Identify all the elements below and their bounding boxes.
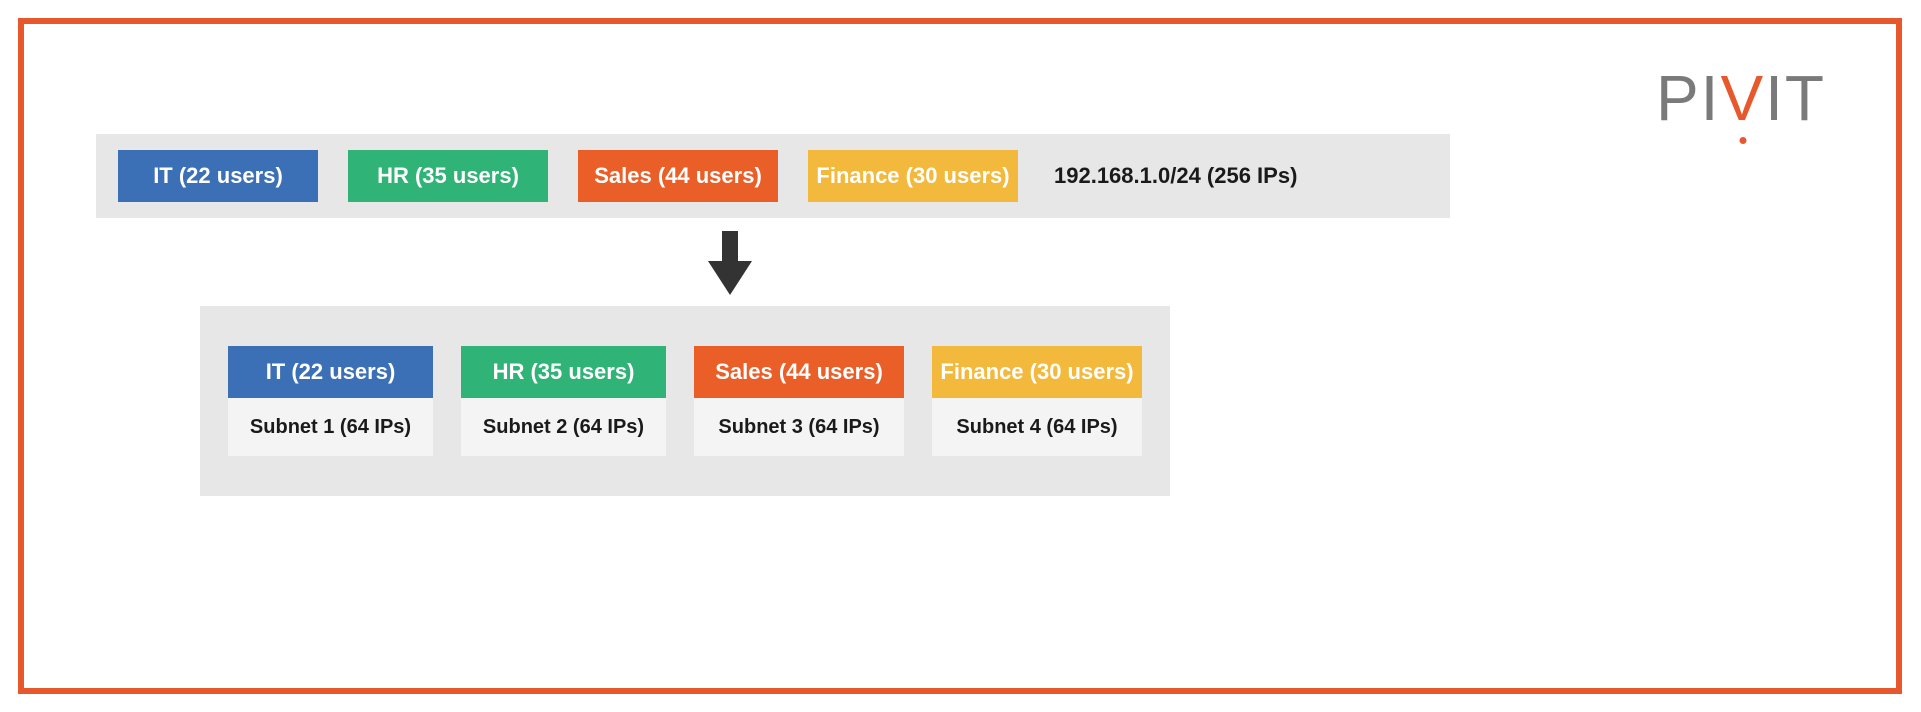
- subnet-block-hr: HR (35 users) Subnet 2 (64 IPs): [461, 346, 666, 456]
- diagram-frame: PIVIT IT (22 users) HR (35 users) Sales …: [18, 18, 1902, 694]
- dept-chip-hr: HR (35 users): [348, 150, 548, 202]
- subnet-label-4: Subnet 4 (64 IPs): [932, 398, 1142, 456]
- subnet-label-3: Subnet 3 (64 IPs): [694, 398, 904, 456]
- arrow-down-icon: [708, 231, 752, 295]
- logo-text-it: IT: [1765, 62, 1826, 134]
- logo-text-pi: PI: [1656, 62, 1720, 134]
- subnet-block-finance: Finance (30 users) Subnet 4 (64 IPs): [932, 346, 1142, 456]
- dept-chip-it: IT (22 users): [118, 150, 318, 202]
- logo-text-v: V: [1720, 66, 1765, 130]
- departments-row: IT (22 users) HR (35 users) Sales (44 us…: [96, 134, 1450, 218]
- network-cidr-label: 192.168.1.0/24 (256 IPs): [1054, 163, 1297, 189]
- subnets-row: IT (22 users) Subnet 1 (64 IPs) HR (35 u…: [200, 306, 1170, 496]
- subnet-label-2: Subnet 2 (64 IPs): [461, 398, 666, 456]
- subnet-dept-it: IT (22 users): [228, 346, 433, 398]
- dept-chip-finance: Finance (30 users): [808, 150, 1018, 202]
- subnet-block-sales: Sales (44 users) Subnet 3 (64 IPs): [694, 346, 904, 456]
- logo-dot-icon: [1739, 137, 1746, 144]
- subnet-dept-hr: HR (35 users): [461, 346, 666, 398]
- subnet-dept-sales: Sales (44 users): [694, 346, 904, 398]
- subnet-block-it: IT (22 users) Subnet 1 (64 IPs): [228, 346, 433, 456]
- brand-logo: PIVIT: [1656, 66, 1826, 130]
- subnet-label-1: Subnet 1 (64 IPs): [228, 398, 433, 456]
- dept-chip-sales: Sales (44 users): [578, 150, 778, 202]
- subnet-dept-finance: Finance (30 users): [932, 346, 1142, 398]
